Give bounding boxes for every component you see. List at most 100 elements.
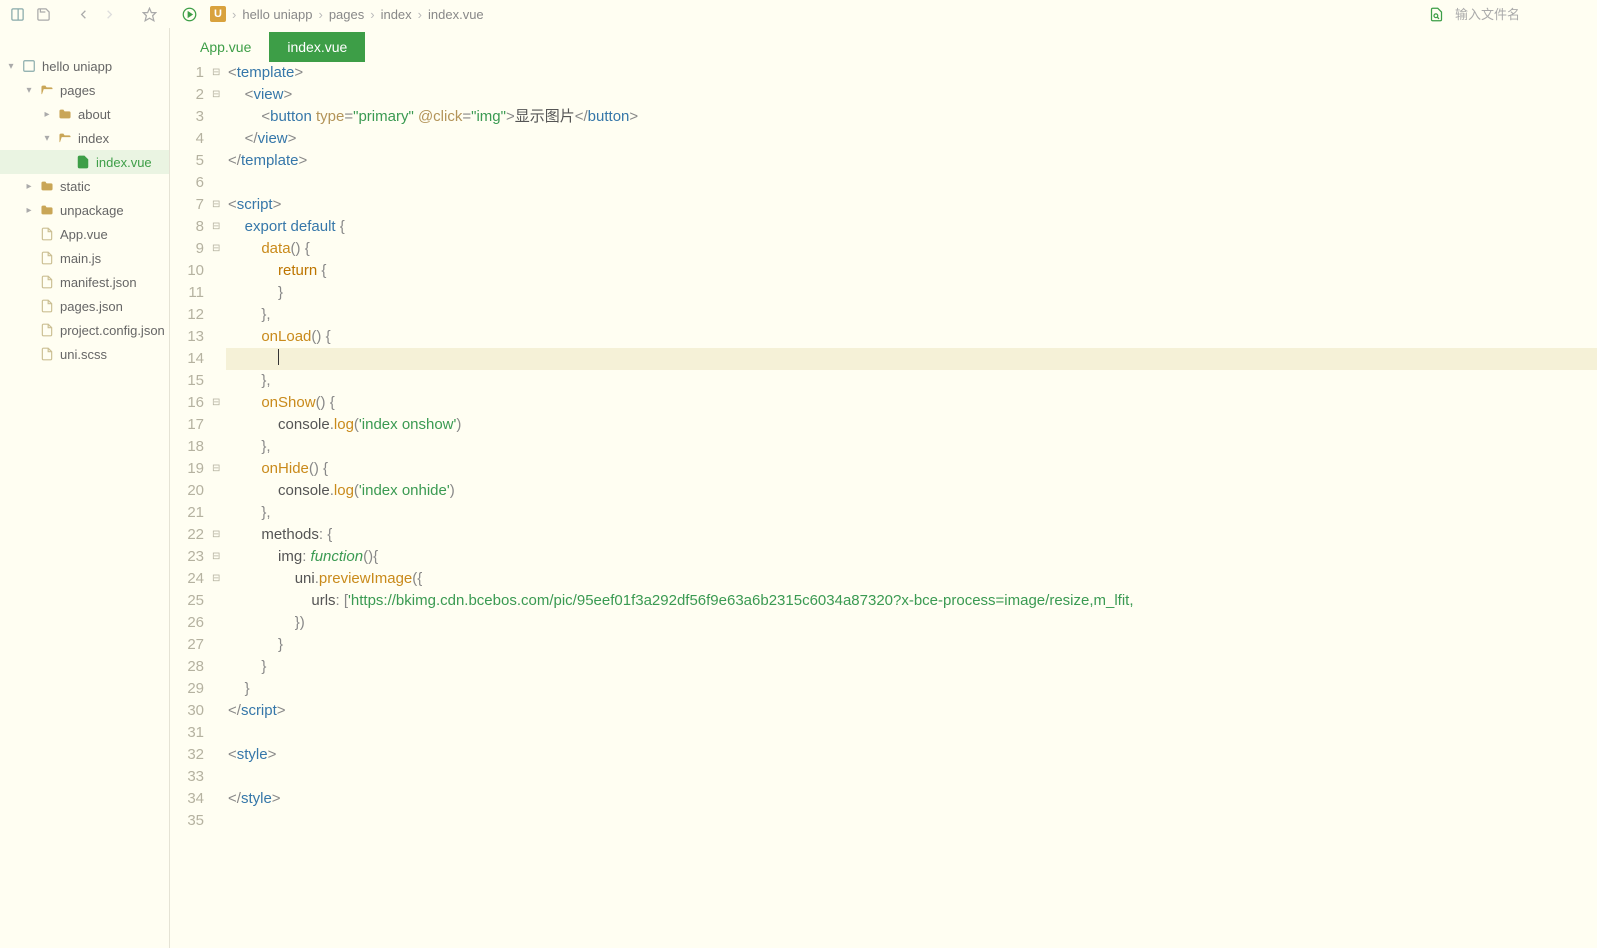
fold-toggle-icon[interactable]: ⊟ xyxy=(212,238,226,260)
tree-node[interactable]: ▸ static xyxy=(0,174,169,198)
code-line[interactable] xyxy=(226,766,1597,788)
breadcrumb-item[interactable]: pages xyxy=(329,7,364,22)
code-line[interactable]: urls: ['https://bkimg.cdn.bcebos.com/pic… xyxy=(226,590,1597,612)
editor-tabs: App.vueindex.vue xyxy=(170,28,1597,62)
star-icon[interactable] xyxy=(138,3,160,25)
fold-toggle-icon[interactable]: ⊟ xyxy=(212,524,226,546)
code-line[interactable]: }, xyxy=(226,436,1597,458)
expand-chevron-icon[interactable]: ▸ xyxy=(24,181,34,192)
code-line[interactable]: img: function(){ xyxy=(226,546,1597,568)
code-line[interactable]: </style> xyxy=(226,788,1597,810)
expand-chevron-icon[interactable]: ▾ xyxy=(6,61,16,72)
code-line[interactable]: <style> xyxy=(226,744,1597,766)
code-line[interactable]: } xyxy=(226,656,1597,678)
search-input[interactable] xyxy=(1451,5,1591,24)
file-json-icon xyxy=(39,274,55,290)
code-line[interactable]: methods: { xyxy=(226,524,1597,546)
file-json-icon xyxy=(39,298,55,314)
nav-back-icon[interactable] xyxy=(72,3,94,25)
tree-node[interactable]: uni.scss xyxy=(0,342,169,366)
breadcrumb-item[interactable]: hello uniapp xyxy=(242,7,312,22)
tree-node-label: pages xyxy=(60,83,95,98)
code-line[interactable]: uni.previewImage({ xyxy=(226,568,1597,590)
code-line[interactable]: </template> xyxy=(226,150,1597,172)
tree-node-label: hello uniapp xyxy=(42,59,112,74)
tree-node[interactable]: ▸about xyxy=(0,102,169,126)
code-line[interactable]: console.log('index onhide') xyxy=(226,480,1597,502)
tree-node[interactable]: manifest.json xyxy=(0,270,169,294)
fold-toggle-icon xyxy=(212,722,226,744)
expand-chevron-icon[interactable]: ▸ xyxy=(42,109,52,120)
code-line[interactable] xyxy=(226,172,1597,194)
tree-node[interactable]: main.js xyxy=(0,246,169,270)
nav-forward-icon[interactable] xyxy=(98,3,120,25)
expand-chevron-icon[interactable]: ▾ xyxy=(42,133,52,144)
fold-toggle-icon[interactable]: ⊟ xyxy=(212,392,226,414)
code-line[interactable]: }) xyxy=(226,612,1597,634)
fold-toggle-icon xyxy=(212,150,226,172)
code-content[interactable]: <template> <view> <button type="primary"… xyxy=(226,62,1597,948)
fold-toggle-icon[interactable]: ⊟ xyxy=(212,84,226,106)
code-line[interactable]: <script> xyxy=(226,194,1597,216)
fold-toggle-icon[interactable]: ⊟ xyxy=(212,458,226,480)
breadcrumb-item[interactable]: index.vue xyxy=(428,7,484,22)
code-line[interactable]: console.log('index onshow') xyxy=(226,414,1597,436)
file-explorer[interactable]: ▾ hello uniapp ▾ pages ▸about▾indexindex.vue… xyxy=(0,28,170,948)
fold-toggle-icon xyxy=(212,656,226,678)
fold-toggle-icon xyxy=(212,106,226,128)
expand-chevron-icon[interactable]: ▸ xyxy=(24,205,34,216)
expand-chevron-icon[interactable]: ▾ xyxy=(24,85,34,96)
fold-toggle-icon[interactable]: ⊟ xyxy=(212,546,226,568)
fold-toggle-icon xyxy=(212,326,226,348)
breadcrumb-item[interactable]: index xyxy=(381,7,412,22)
tree-node-label: static xyxy=(60,179,90,194)
code-line[interactable]: <view> xyxy=(226,84,1597,106)
code-line[interactable]: onShow() { xyxy=(226,392,1597,414)
run-icon[interactable] xyxy=(178,3,200,25)
code-line[interactable]: } xyxy=(226,678,1597,700)
save-icon[interactable] xyxy=(32,3,54,25)
code-line[interactable]: <template> xyxy=(226,62,1597,84)
tree-node[interactable]: project.config.json xyxy=(0,318,169,342)
code-line[interactable]: return { xyxy=(226,260,1597,282)
code-line[interactable]: onLoad() { xyxy=(226,326,1597,348)
fold-toggle-icon xyxy=(212,436,226,458)
fold-toggle-icon xyxy=(212,172,226,194)
fold-toggle-icon[interactable]: ⊟ xyxy=(212,216,226,238)
code-line[interactable] xyxy=(226,810,1597,832)
tree-node[interactable]: App.vue xyxy=(0,222,169,246)
fold-toggle-icon[interactable]: ⊟ xyxy=(212,62,226,84)
code-line[interactable]: onHide() { xyxy=(226,458,1597,480)
tree-node[interactable]: index.vue xyxy=(0,150,169,174)
code-editor[interactable]: 1234567891011121314151617181920212223242… xyxy=(170,62,1597,948)
file-search-icon[interactable] xyxy=(1425,3,1447,25)
code-line[interactable]: }, xyxy=(226,304,1597,326)
code-line[interactable]: <button type="primary" @click="img">显示图片… xyxy=(226,106,1597,128)
code-line[interactable]: } xyxy=(226,634,1597,656)
tree-node-label: main.js xyxy=(60,251,101,266)
fold-toggle-icon xyxy=(212,282,226,304)
code-line[interactable] xyxy=(226,348,1597,370)
code-line[interactable]: </view> xyxy=(226,128,1597,150)
tree-node[interactable]: ▸unpackage xyxy=(0,198,169,222)
fold-toggle-icon[interactable]: ⊟ xyxy=(212,194,226,216)
project-icon[interactable] xyxy=(6,3,28,25)
code-line[interactable] xyxy=(226,722,1597,744)
folder-open-icon xyxy=(39,82,55,98)
tree-node[interactable]: ▾ hello uniapp xyxy=(0,54,169,78)
tree-node[interactable]: ▾index xyxy=(0,126,169,150)
fold-toggle-icon xyxy=(212,810,226,832)
code-line[interactable]: } xyxy=(226,282,1597,304)
editor-tab[interactable]: index.vue xyxy=(269,32,365,62)
code-line[interactable]: </script> xyxy=(226,700,1597,722)
code-line[interactable]: data() { xyxy=(226,238,1597,260)
editor-tab[interactable]: App.vue xyxy=(182,32,269,62)
fold-gutter[interactable]: ⊟⊟⊟⊟⊟⊟⊟⊟⊟⊟ xyxy=(212,62,226,948)
fold-toggle-icon[interactable]: ⊟ xyxy=(212,568,226,590)
breadcrumb: U › hello uniapp › pages › index › index… xyxy=(210,6,484,22)
tree-node[interactable]: ▾ pages xyxy=(0,78,169,102)
tree-node[interactable]: pages.json xyxy=(0,294,169,318)
code-line[interactable]: }, xyxy=(226,370,1597,392)
code-line[interactable]: }, xyxy=(226,502,1597,524)
code-line[interactable]: export default { xyxy=(226,216,1597,238)
